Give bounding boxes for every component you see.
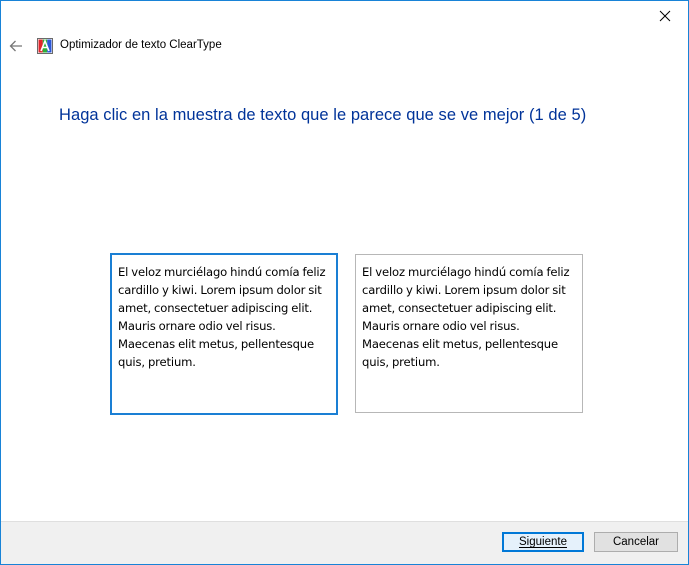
back-button[interactable] [5, 35, 27, 57]
cleartype-app-icon [37, 38, 53, 54]
cleartype-window: Optimizador de texto ClearType Haga clic… [0, 0, 689, 565]
text-sample-2-text: El veloz murciélago hindú comía feliz ca… [362, 265, 570, 369]
text-sample-1-text: El veloz murciélago hindú comía feliz ca… [118, 265, 326, 369]
text-sample-1[interactable]: El veloz murciélago hindú comía feliz ca… [110, 253, 338, 415]
footer-bar: Siguiente Cancelar [1, 521, 688, 564]
page-instruction: Haga clic en la muestra de texto que le … [59, 106, 587, 124]
back-arrow-icon [9, 40, 22, 52]
window-title: Optimizador de texto ClearType [60, 39, 222, 51]
cancel-button[interactable]: Cancelar [594, 532, 678, 552]
next-button[interactable]: Siguiente [502, 532, 584, 552]
close-button[interactable] [642, 1, 688, 31]
close-icon [659, 10, 671, 22]
cancel-button-label: Cancelar [612, 536, 660, 548]
text-sample-2[interactable]: El veloz murciélago hindú comía feliz ca… [355, 254, 583, 413]
next-button-label: Siguiente [519, 536, 567, 548]
